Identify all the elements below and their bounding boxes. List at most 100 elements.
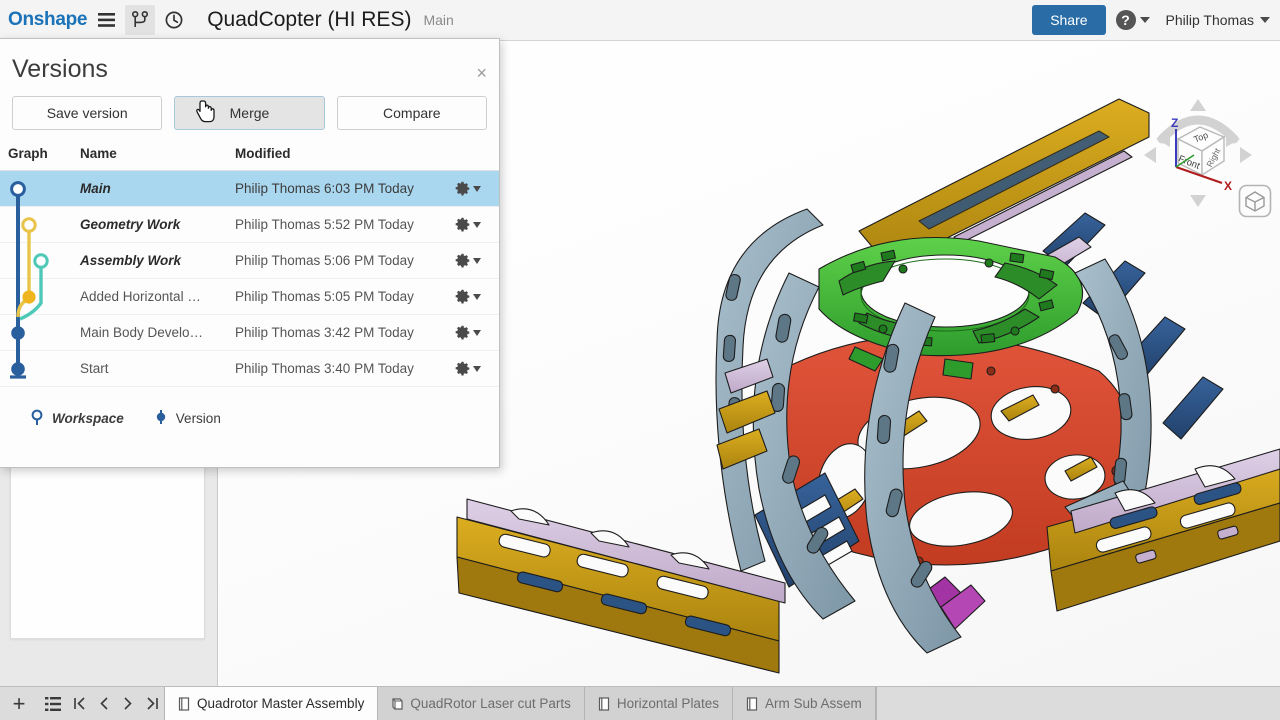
tab-end-divider bbox=[875, 687, 877, 720]
graph-cell bbox=[0, 207, 80, 243]
nav-last-icon[interactable] bbox=[140, 687, 164, 720]
nav-prev-icon[interactable] bbox=[92, 687, 116, 720]
tab-list-icon[interactable] bbox=[38, 687, 68, 720]
dialog-title: Versions bbox=[12, 55, 108, 83]
compare-button[interactable]: Compare bbox=[336, 96, 487, 130]
help-menu[interactable]: ? bbox=[1115, 10, 1150, 30]
row-menu-button[interactable] bbox=[455, 181, 499, 196]
version-name: Added Horizontal … bbox=[80, 289, 201, 304]
graph-cell bbox=[0, 243, 80, 279]
user-name-label: Philip Thomas bbox=[1165, 12, 1254, 28]
version-row-geometry-work[interactable]: Geometry Work Philip Thomas 5:52 PM Toda… bbox=[0, 207, 499, 243]
share-button[interactable]: Share bbox=[1032, 5, 1106, 35]
save-version-button[interactable]: Save version bbox=[12, 96, 163, 130]
chevron-down-icon bbox=[1139, 17, 1150, 23]
assembly-tab-icon bbox=[746, 696, 759, 711]
tab-label: QuadRotor Laser cut Parts bbox=[410, 696, 571, 711]
version-modified: Philip Thomas 5:52 PM Today bbox=[235, 217, 414, 232]
viewcube-axis-x: X bbox=[1224, 179, 1232, 193]
versions-dialog: Versions × Save version Merge Compare Gr… bbox=[0, 38, 500, 468]
cube-view-icon[interactable] bbox=[1238, 184, 1272, 218]
clock-history-icon[interactable] bbox=[159, 5, 189, 35]
version-name: Start bbox=[80, 361, 109, 376]
nav-first-icon[interactable] bbox=[68, 687, 92, 720]
legend-version: Version bbox=[154, 409, 221, 427]
gear-icon bbox=[455, 181, 470, 196]
version-modified: Philip Thomas 5:05 PM Today bbox=[235, 289, 414, 304]
row-menu-button[interactable] bbox=[455, 325, 499, 340]
gear-icon bbox=[455, 361, 470, 376]
graph-cell bbox=[0, 279, 80, 315]
version-row-main[interactable]: Main Philip Thomas 6:03 PM Today bbox=[0, 171, 499, 207]
version-name: Main Body Develo… bbox=[80, 325, 204, 340]
graph-cell bbox=[0, 171, 80, 207]
filled-circle-icon bbox=[156, 410, 165, 424]
column-header-name: Name bbox=[80, 146, 117, 161]
header-right-group: Share ? Philip Thomas bbox=[1032, 5, 1280, 35]
gear-icon bbox=[455, 289, 470, 304]
plus-icon[interactable]: + bbox=[0, 687, 38, 720]
gear-icon bbox=[455, 217, 470, 232]
document-tab-bar: + Quadrotor Master Assembly QuadRotor La… bbox=[0, 686, 1280, 720]
tab-horizontal-plates[interactable]: Horizontal Plates bbox=[584, 687, 733, 720]
tab-label: Horizontal Plates bbox=[616, 696, 719, 711]
dialog-action-buttons: Save version Merge Compare bbox=[0, 92, 499, 142]
version-row-start[interactable]: Start Philip Thomas 3:40 PM Today bbox=[0, 351, 499, 387]
hamburger-menu-icon[interactable] bbox=[91, 5, 121, 35]
onshape-logo[interactable]: Onshape bbox=[8, 9, 88, 31]
version-name: Geometry Work bbox=[80, 217, 181, 232]
chevron-down-icon bbox=[1260, 17, 1270, 23]
gear-icon bbox=[455, 325, 470, 340]
tab-quadrotor-laser-cut-parts[interactable]: QuadRotor Laser cut Parts bbox=[378, 687, 585, 720]
chevron-down-icon bbox=[473, 365, 481, 372]
versions-table-body: Main Philip Thomas 6:03 PM Today Geometr… bbox=[0, 171, 499, 387]
chevron-down-icon bbox=[473, 257, 481, 264]
onshape-app-window: Onshape QuadCopter (HI RES) Main Share ?… bbox=[0, 0, 1280, 720]
version-modified: Philip Thomas 3:40 PM Today bbox=[235, 361, 414, 376]
current-workspace-label: Main bbox=[423, 12, 454, 28]
app-header: Onshape QuadCopter (HI RES) Main Share ?… bbox=[0, 0, 1280, 41]
row-menu-button[interactable] bbox=[455, 289, 499, 304]
version-row-added-horizontal[interactable]: Added Horizontal … Philip Thomas 5:05 PM… bbox=[0, 279, 499, 315]
assembly-tab-icon bbox=[598, 696, 611, 711]
tab-label: Arm Sub Assem bbox=[764, 696, 862, 711]
viewcube-axis-z: Z bbox=[1171, 116, 1178, 130]
chevron-down-icon bbox=[473, 221, 481, 228]
version-modified: Philip Thomas 3:42 PM Today bbox=[235, 325, 414, 340]
version-name: Main bbox=[80, 181, 111, 196]
graph-legend: Workspace Version bbox=[0, 387, 499, 427]
help-icon: ? bbox=[1115, 10, 1136, 30]
branch-version-icon[interactable] bbox=[125, 5, 156, 35]
chevron-down-icon bbox=[473, 185, 481, 192]
gear-icon bbox=[455, 253, 470, 268]
chevron-down-icon bbox=[473, 293, 481, 300]
row-menu-button[interactable] bbox=[455, 253, 499, 268]
column-header-modified: Modified bbox=[235, 146, 291, 161]
tab-nav-group bbox=[68, 687, 165, 720]
hollow-circle-icon bbox=[31, 409, 43, 425]
tab-arm-sub-assembly[interactable]: Arm Sub Assem bbox=[732, 687, 876, 720]
graph-cell bbox=[0, 315, 80, 351]
nav-next-icon[interactable] bbox=[116, 687, 140, 720]
merge-button[interactable]: Merge bbox=[174, 96, 325, 130]
column-header-graph: Graph bbox=[8, 146, 48, 161]
version-row-assembly-work[interactable]: Assembly Work Philip Thomas 5:06 PM Toda… bbox=[0, 243, 499, 279]
part-studio-tab-icon bbox=[391, 697, 404, 711]
version-row-main-body[interactable]: Main Body Develo… Philip Thomas 3:42 PM … bbox=[0, 315, 499, 351]
versions-table-header: Graph Name Modified bbox=[0, 142, 499, 171]
tab-label: Quadrotor Master Assembly bbox=[197, 696, 365, 711]
graph-cell bbox=[0, 351, 80, 387]
row-menu-button[interactable] bbox=[455, 361, 499, 376]
legend-version-label: Version bbox=[175, 410, 221, 426]
version-modified: Philip Thomas 5:06 PM Today bbox=[235, 253, 414, 268]
chevron-down-icon bbox=[473, 329, 481, 336]
row-menu-button[interactable] bbox=[455, 217, 499, 232]
close-icon[interactable]: × bbox=[476, 64, 487, 82]
user-menu[interactable]: Philip Thomas bbox=[1166, 12, 1270, 28]
assembly-tab-icon bbox=[178, 696, 191, 711]
version-name: Assembly Work bbox=[80, 253, 182, 268]
tab-quadrotor-master-assembly[interactable]: Quadrotor Master Assembly bbox=[165, 687, 379, 720]
legend-workspace: Workspace bbox=[30, 409, 124, 427]
document-title[interactable]: QuadCopter (HI RES) bbox=[207, 8, 411, 32]
version-modified: Philip Thomas 6:03 PM Today bbox=[235, 181, 414, 196]
